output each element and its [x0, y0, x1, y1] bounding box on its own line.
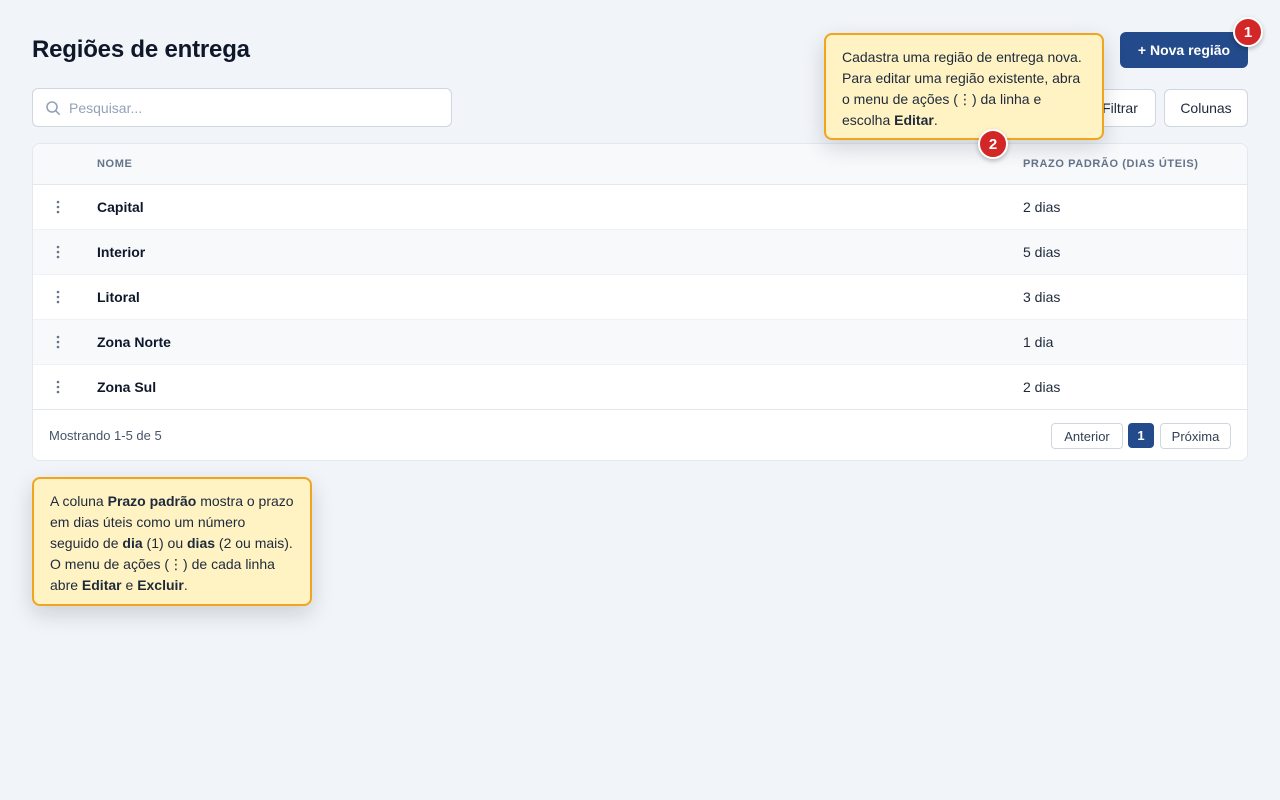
regions-table: Nome Prazo padrão (dias úteis) Capital 2… — [32, 143, 1248, 461]
column-header-nome[interactable]: Nome — [97, 158, 132, 170]
step-badge-1: 1 — [1233, 17, 1263, 47]
row-prazo: 3 dias — [1023, 289, 1061, 305]
kebab-menu-icon[interactable] — [50, 198, 66, 216]
row-prazo: 5 dias — [1023, 244, 1061, 260]
columns-button[interactable]: Colunas — [1164, 89, 1248, 127]
tooltip-text: A coluna — [50, 493, 108, 509]
row-name: Zona Sul — [97, 379, 157, 395]
tooltip-bold: Editar — [81, 577, 122, 593]
row-name: Zona Norte — [97, 334, 171, 350]
tooltip-bold: dia — [122, 535, 143, 551]
kebab-menu-icon[interactable] — [50, 243, 66, 261]
search-box[interactable] — [32, 88, 452, 127]
row-prazo: 1 dia — [1023, 334, 1054, 350]
pagination-prev-button[interactable]: Anterior — [1051, 423, 1123, 449]
new-region-button[interactable]: + Nova região — [1120, 32, 1248, 68]
tooltip-bold: Editar — [894, 112, 934, 128]
kebab-menu-icon[interactable] — [50, 333, 66, 351]
tooltip-text: . — [933, 112, 938, 128]
table-row[interactable]: Zona Sul 2 dias — [33, 365, 1247, 410]
row-name: Litoral — [97, 289, 140, 305]
pagination-summary: Mostrando 1-5 de 5 — [49, 428, 162, 443]
tooltip-bold: Prazo padrão — [107, 493, 197, 509]
table-footer: Mostrando 1-5 de 5 Anterior 1 Próxima — [33, 409, 1247, 460]
table-row[interactable]: Interior 5 dias — [33, 230, 1247, 275]
tooltip-text: e — [121, 577, 138, 593]
pagination-next-button[interactable]: Próxima — [1160, 423, 1231, 449]
tooltip-text: . — [183, 577, 188, 593]
pagination-current-page[interactable]: 1 — [1128, 423, 1154, 448]
tooltip-bold: Excluir — [137, 577, 184, 593]
tooltip-prazo-column: A coluna Prazo padrão mostra o prazo em … — [32, 477, 312, 606]
search-icon — [46, 100, 60, 115]
kebab-menu-icon[interactable] — [50, 288, 66, 306]
row-prazo: 2 dias — [1023, 199, 1061, 215]
row-name: Interior — [97, 244, 146, 260]
table-row[interactable]: Zona Norte 1 dia — [33, 320, 1247, 365]
tooltip-new-region: Cadastra uma região de entrega nova. Par… — [824, 33, 1104, 140]
step-badge-2: 2 — [978, 129, 1008, 159]
row-name: Capital — [97, 199, 144, 215]
page-title: Regiões de entrega — [32, 36, 250, 63]
table-header: Nome Prazo padrão (dias úteis) — [33, 144, 1247, 185]
table-row[interactable]: Litoral 3 dias — [33, 275, 1247, 320]
tooltip-text: Cadastra uma região de entrega nova. Par… — [842, 49, 1082, 128]
search-input[interactable] — [69, 99, 429, 116]
tooltip-text: (1) ou — [142, 535, 187, 551]
table-row[interactable]: Capital 2 dias — [33, 185, 1247, 230]
column-header-prazo[interactable]: Prazo padrão (dias úteis) — [1023, 158, 1199, 170]
row-prazo: 2 dias — [1023, 379, 1061, 395]
tooltip-bold: dias — [187, 535, 216, 551]
kebab-menu-icon[interactable] — [50, 378, 66, 396]
